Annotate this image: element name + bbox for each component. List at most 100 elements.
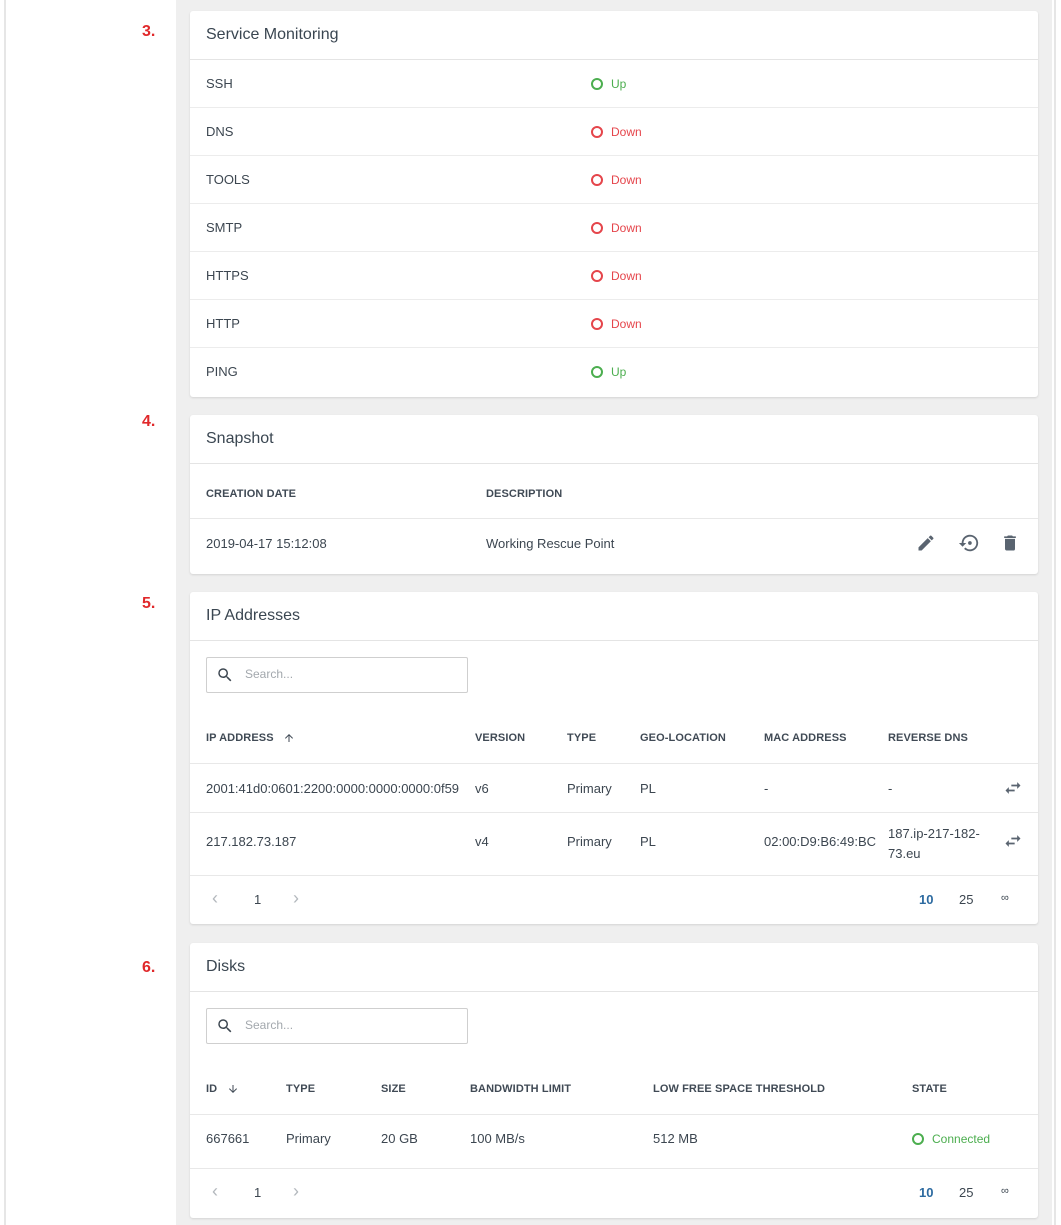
search-icon xyxy=(218,1019,232,1033)
service-list: SSH Up DNS Down TOOLS Down SMTP Down HTT… xyxy=(190,60,1038,396)
column-header-ip-address[interactable]: IP ADDRESS xyxy=(206,732,295,744)
page-size-10[interactable]: 10 xyxy=(919,1185,933,1200)
service-status: Up xyxy=(591,365,626,379)
divider xyxy=(190,875,1038,876)
type-cell: Primary xyxy=(567,834,612,849)
type-cell: Primary xyxy=(567,781,612,796)
card-title: IP Addresses xyxy=(190,592,1038,641)
divider xyxy=(190,1168,1038,1169)
page-size-25[interactable]: 25 xyxy=(959,892,973,907)
status-label: Down xyxy=(611,221,642,235)
status-circle-icon xyxy=(591,78,603,90)
search-icon xyxy=(218,668,232,682)
column-header-description[interactable]: DESCRIPTION xyxy=(486,488,562,500)
version-cell: v4 xyxy=(475,834,489,849)
status-circle-icon xyxy=(591,126,603,138)
trash-icon[interactable] xyxy=(998,531,1022,555)
chevron-right-icon[interactable]: › xyxy=(293,888,299,909)
status-label: Connected xyxy=(932,1132,991,1146)
service-status: Down xyxy=(591,269,642,283)
status-circle-icon xyxy=(591,366,603,378)
chevron-right-icon[interactable]: › xyxy=(293,1181,299,1202)
page-size-25[interactable]: 25 xyxy=(959,1185,973,1200)
column-header-reverse-dns[interactable]: REVERSE DNS xyxy=(888,732,968,744)
column-header-label: ID xyxy=(206,1083,218,1095)
service-status: Down xyxy=(591,173,642,187)
mac-cell: 02:00:D9:B6:49:BC xyxy=(764,834,877,849)
geo-cell: PL xyxy=(640,834,656,849)
divider xyxy=(190,518,1038,519)
service-row: TOOLS Down xyxy=(190,156,1038,204)
snapshot-description: Working Rescue Point xyxy=(486,536,615,551)
swap-icon[interactable] xyxy=(1001,829,1025,853)
search-input[interactable] xyxy=(245,1018,455,1032)
column-header-id[interactable]: ID xyxy=(206,1083,239,1095)
column-header-label: IP ADDRESS xyxy=(206,732,274,744)
disk-threshold-cell: 512 MB xyxy=(653,1131,698,1146)
version-cell: v6 xyxy=(475,781,489,796)
card-title: Disks xyxy=(190,943,1038,992)
chevron-left-icon[interactable]: ‹ xyxy=(212,1181,218,1202)
service-name: DNS xyxy=(206,124,234,139)
disk-size-cell: 20 GB xyxy=(381,1131,418,1146)
service-status: Up xyxy=(591,77,626,91)
arrow-up-icon xyxy=(284,734,293,742)
divider xyxy=(190,763,1038,764)
restore-icon[interactable] xyxy=(957,531,981,555)
pencil-icon[interactable] xyxy=(914,531,938,555)
snapshot-card: Snapshot CREATION DATE DESCRIPTION 2019-… xyxy=(190,415,1038,574)
swap-icon[interactable] xyxy=(1001,776,1025,800)
service-name: TOOLS xyxy=(206,172,250,187)
column-header-version[interactable]: VERSION xyxy=(475,732,525,744)
ip-address-cell: 217.182.73.187 xyxy=(206,834,297,849)
chevron-left-icon[interactable]: ‹ xyxy=(212,888,218,909)
page-size-all[interactable]: ∞ xyxy=(1001,892,1009,904)
search-box xyxy=(206,657,468,693)
page-number[interactable]: 1 xyxy=(254,1185,261,1200)
column-header-mac-address[interactable]: MAC ADDRESS xyxy=(764,732,847,744)
service-row: HTTP Down xyxy=(190,300,1038,348)
column-header-bandwidth-limit[interactable]: BANDWIDTH LIMIT xyxy=(470,1083,571,1095)
mac-cell: - xyxy=(764,781,769,796)
rdns-line: 73.eu xyxy=(888,846,921,861)
disks-card: Disks ID TYPE SIZE BANDWIDTH LIMIT LOW F… xyxy=(190,943,1038,1218)
search-box xyxy=(206,1008,468,1044)
column-header-state[interactable]: STATE xyxy=(912,1083,947,1095)
disk-type-cell: Primary xyxy=(286,1131,331,1146)
step-number-4: 4. xyxy=(142,413,156,430)
status-label: Up xyxy=(611,77,627,91)
page-size-all[interactable]: ∞ xyxy=(1001,1185,1009,1197)
service-row: PING Up xyxy=(190,348,1038,396)
ip-address-cell: 2001:41d0:0601:2200:0000:0000:0000:0f59 xyxy=(206,781,460,796)
snapshot-date: 2019-04-17 15:12:08 xyxy=(206,536,327,551)
status-label: Down xyxy=(611,173,642,187)
column-header-geo-location[interactable]: GEO-LOCATION xyxy=(640,732,726,744)
search-input[interactable] xyxy=(245,667,455,681)
geo-cell: PL xyxy=(640,781,656,796)
disk-bandwidth-cell: 100 MB/s xyxy=(470,1131,525,1146)
service-row: SMTP Down xyxy=(190,204,1038,252)
ip-addresses-card: IP Addresses IP ADDRESS VERSION TYPE GEO… xyxy=(190,592,1038,924)
card-title: Service Monitoring xyxy=(190,11,1038,60)
divider xyxy=(190,812,1038,813)
disk-id-cell: 667661 xyxy=(206,1131,250,1146)
rdns-cell: 187.ip-217-182- 73.eu xyxy=(888,824,980,864)
column-header-type[interactable]: TYPE xyxy=(567,732,596,744)
page-size-10[interactable]: 10 xyxy=(919,892,933,907)
column-header-creation-date[interactable]: CREATION DATE xyxy=(206,488,296,500)
arrow-down-icon xyxy=(229,1085,238,1093)
status-label: Down xyxy=(611,125,642,139)
rdns-cell: - xyxy=(888,781,893,796)
column-header-size[interactable]: SIZE xyxy=(381,1083,406,1095)
divider xyxy=(190,1114,1038,1115)
status-circle-icon xyxy=(912,1133,924,1145)
status-circle-icon xyxy=(591,270,603,282)
status-label: Down xyxy=(611,317,642,331)
column-header-type[interactable]: TYPE xyxy=(286,1083,315,1095)
column-header-low-free-space-threshold[interactable]: LOW FREE SPACE THRESHOLD xyxy=(653,1083,825,1095)
page-number[interactable]: 1 xyxy=(254,892,261,907)
service-name: HTTP xyxy=(206,316,240,331)
rdns-line: 187.ip-217-182- xyxy=(888,826,980,841)
status-circle-icon xyxy=(591,222,603,234)
status-label: Down xyxy=(611,269,642,283)
